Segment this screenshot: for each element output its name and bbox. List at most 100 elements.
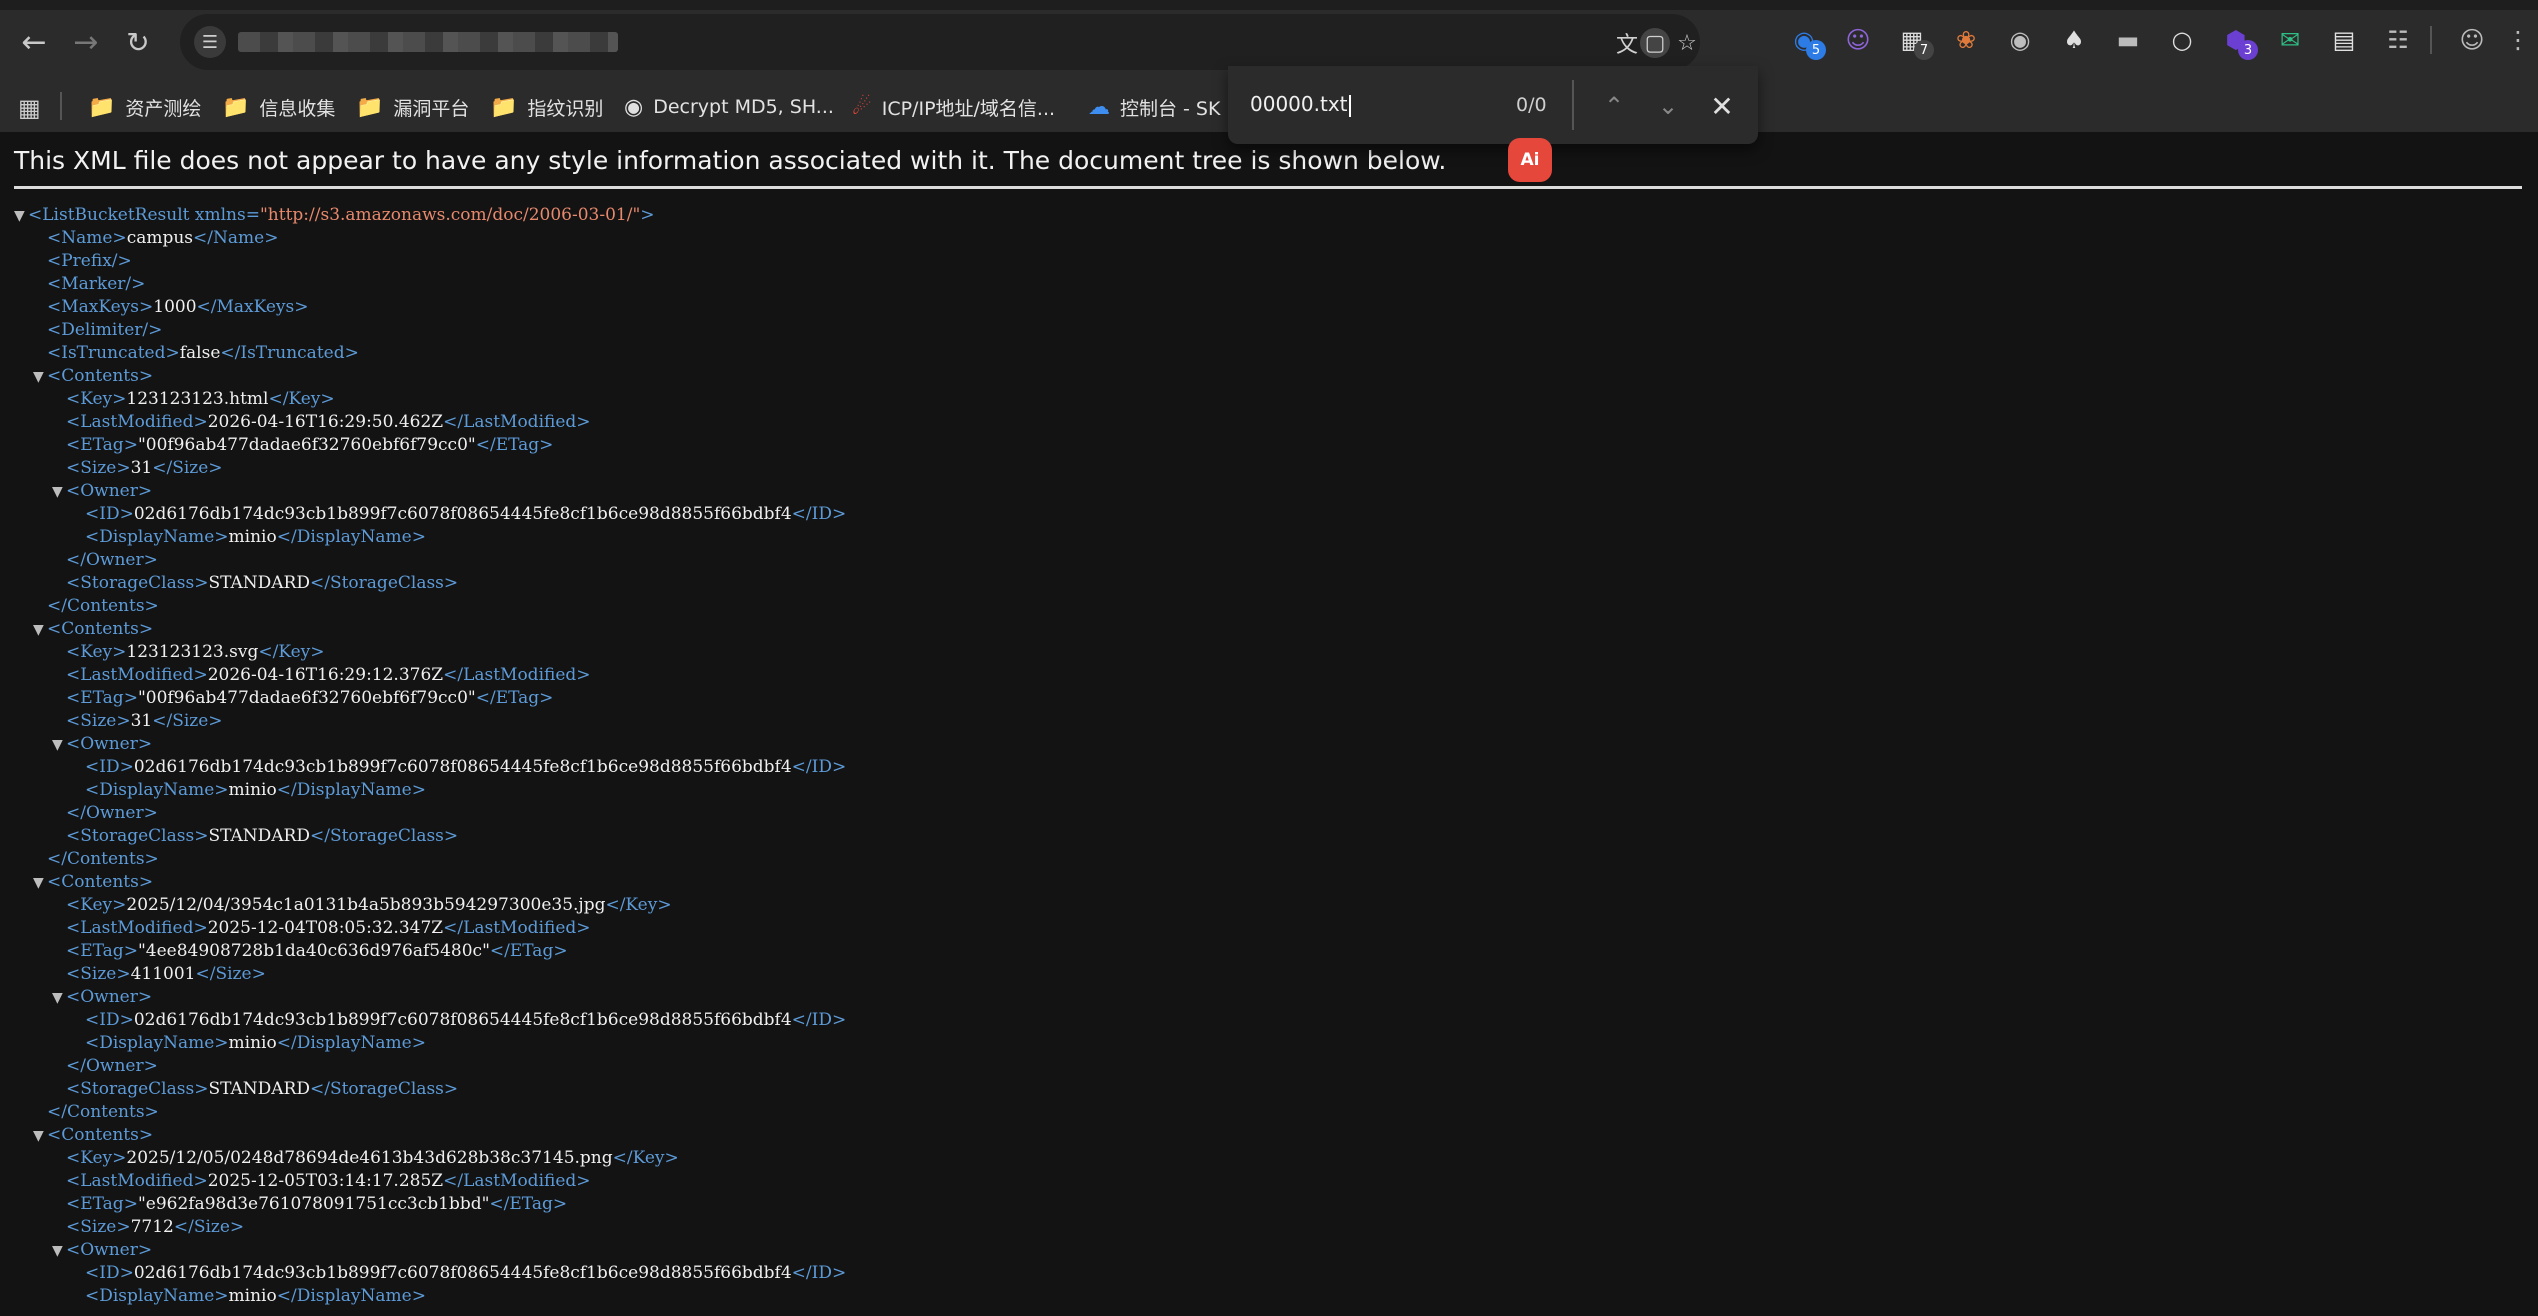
xml-line: ▼<ETag>"e962fa98d3e761078091751cc3cb1bbd…	[14, 1193, 846, 1216]
xml-value: "00f96ab477dadae6f32760ebf6f79cc0"	[137, 435, 476, 455]
ext-mail-icon[interactable]: ✉	[2272, 22, 2308, 58]
bookmark-item[interactable]: 📁 资产测绘	[88, 92, 201, 122]
bookmark-item[interactable]: 📁 漏洞平台	[356, 92, 469, 122]
ext-shield-icon[interactable]: ◉ 5	[1786, 22, 1826, 60]
xml-contents-node[interactable]: ▼ <Contents>	[14, 871, 846, 894]
bookmark-star-icon[interactable]: ☆	[1672, 28, 1702, 58]
forward-arrow-icon[interactable]: →	[66, 22, 106, 62]
site-settings-icon[interactable]: ☰	[194, 26, 226, 58]
xml-tag: </ETag>	[475, 688, 554, 708]
xml-value: 1000	[153, 297, 197, 317]
xml-value: false	[179, 343, 221, 363]
bookmark-item[interactable]: 📁 信息收集	[222, 92, 335, 122]
xml-line: ▼<Prefix/>	[14, 250, 846, 273]
find-bar: 00000.txt 0/0 ⌃ ⌄ ✕	[1228, 66, 1758, 144]
collapse-triangle-icon[interactable]: ▼	[52, 1240, 66, 1263]
xml-tag: <IsTruncated>	[47, 343, 180, 363]
collapse-triangle-icon[interactable]: ▼	[52, 987, 66, 1010]
xml-tag: <ETag>	[66, 1194, 138, 1214]
xml-tag: </LastModified>	[443, 1171, 591, 1191]
xml-tag: <Size>	[66, 964, 131, 984]
xml-owner-node[interactable]: ▼ <Owner>	[14, 733, 846, 756]
xml-line: ▼<LastModified>2025-12-05T03:14:17.285Z<…	[14, 1170, 846, 1193]
find-close-icon[interactable]: ✕	[1702, 86, 1742, 126]
ext-wechat-icon[interactable]: ○	[2164, 22, 2200, 58]
xml-tag: <Name>	[47, 228, 127, 248]
bookmark-item[interactable]: ☄ ICP/IP地址/域名信...	[852, 92, 1055, 122]
extensions-puzzle-icon[interactable]: ☷	[2380, 22, 2416, 58]
xml-value: "4ee84908728b1da40c636d976af5480c"	[137, 941, 490, 961]
ext-cat-icon[interactable]: ☺	[1840, 22, 1876, 58]
collapse-triangle-icon[interactable]: ▼	[33, 1125, 47, 1148]
ext-hat-icon[interactable]: ▬	[2110, 22, 2146, 58]
xml-line: ▼<Marker/>	[14, 273, 846, 296]
xml-value: minio	[228, 780, 277, 800]
xml-line: ▼<ID>02d6176db174dc93cb1b899f7c6078f0865…	[14, 756, 846, 779]
xml-line: ▼<Key>2025/12/04/3954c1a0131b4a5b893b594…	[14, 894, 846, 917]
ext-record-icon[interactable]: ◉	[2002, 22, 2038, 58]
xml-contents-node[interactable]: ▼ <Contents>	[14, 365, 846, 388]
xml-tag: </DisplayName>	[276, 1286, 426, 1306]
xml-tag: <Key>	[66, 895, 127, 915]
ext-spade-icon[interactable]: ♠	[2056, 22, 2092, 58]
xml-line: ▼<Size>411001</Size>	[14, 963, 846, 986]
bookmark-item[interactable]: 📁 指纹识别	[490, 92, 603, 122]
back-arrow-icon[interactable]: ←	[14, 22, 54, 62]
xml-value: 31	[130, 711, 153, 731]
xml-value: 2026-04-16T16:29:50.462Z	[207, 412, 444, 432]
xml-value: xmlns	[194, 205, 246, 225]
xml-line: ▼<ID>02d6176db174dc93cb1b899f7c6078f0865…	[14, 1262, 846, 1285]
collapse-triangle-icon[interactable]: ▼	[14, 205, 28, 228]
xml-tag: <StorageClass>	[66, 826, 209, 846]
ai-assistant-icon[interactable]: Ai	[1508, 138, 1552, 182]
xml-tag: <DisplayName>	[85, 780, 229, 800]
xml-line: ▼<Size>31</Size>	[14, 710, 846, 733]
collapse-triangle-icon[interactable]: ▼	[33, 366, 47, 389]
bookmark-item[interactable]: ◉ Decrypt MD5, SH...	[624, 92, 834, 122]
find-next-chevron-down-icon[interactable]: ⌄	[1648, 86, 1688, 126]
address-bar[interactable]: ☰ 文 ▢ ☆	[180, 14, 1700, 70]
extension-badge: 3	[2238, 40, 2258, 60]
xml-line: ▼<DisplayName>minio</DisplayName>	[14, 1032, 846, 1055]
translate-icon[interactable]: 文	[1612, 28, 1642, 58]
toolbar-separator	[2430, 26, 2432, 54]
xml-tag: <Contents>	[47, 619, 154, 639]
tab-strip	[0, 0, 2538, 10]
menu-kebab-icon[interactable]: ⋮	[2500, 22, 2536, 58]
xml-owner-node[interactable]: ▼ <Owner>	[14, 1239, 846, 1262]
extension-badge: 7	[1914, 40, 1934, 60]
bookmark-label: Decrypt MD5, SH...	[653, 96, 834, 118]
ext-doc-icon[interactable]: ▤	[2326, 22, 2362, 58]
ext-purple-icon[interactable]: ⬢ 3	[2218, 22, 2258, 60]
ext-grid-icon[interactable]: ▦ 7	[1894, 22, 1934, 60]
xml-owner-node[interactable]: ▼ <Owner>	[14, 986, 846, 1009]
collapse-triangle-icon[interactable]: ▼	[52, 734, 66, 757]
xml-tag: =	[245, 205, 260, 225]
bookmark-item[interactable]: ☁ 控制台 - SK	[1088, 92, 1220, 122]
profile-avatar-icon[interactable]: ☺	[2454, 22, 2490, 58]
xml-line: ▼<StorageClass>STANDARD</StorageClass>	[14, 825, 846, 848]
blurred-url	[238, 32, 618, 52]
collapse-triangle-icon[interactable]: ▼	[33, 872, 47, 895]
xml-tag: <LastModified>	[66, 918, 208, 938]
xml-tag: <ID>	[85, 1010, 134, 1030]
find-input[interactable]: 00000.txt	[1250, 92, 1351, 117]
xml-root[interactable]: ▼ <ListBucketResult xmlns="http://s3.amaz…	[14, 204, 846, 227]
xml-tag: <StorageClass>	[66, 573, 209, 593]
find-previous-chevron-up-icon[interactable]: ⌃	[1594, 86, 1634, 126]
xml-tag: <Prefix/>	[47, 251, 132, 271]
xml-owner-node[interactable]: ▼ <Owner>	[14, 480, 846, 503]
collapse-triangle-icon[interactable]: ▼	[33, 619, 47, 642]
reload-icon[interactable]: ↻	[118, 22, 158, 62]
xml-tag: <StorageClass>	[66, 1079, 209, 1099]
folder-icon: 📁	[490, 94, 518, 120]
apps-grid-icon[interactable]: ▦	[18, 94, 41, 122]
ext-cookie-icon[interactable]: ❀	[1948, 22, 1984, 58]
find-in-page-icon[interactable]: ▢	[1640, 28, 1670, 58]
xml-tag: </Contents>	[47, 1102, 159, 1122]
xml-contents-node[interactable]: ▼ <Contents>	[14, 1124, 846, 1147]
xml-tag: </Owner>	[66, 803, 158, 823]
bookmark-label: 信息收集	[259, 97, 336, 120]
collapse-triangle-icon[interactable]: ▼	[52, 481, 66, 504]
xml-contents-node[interactable]: ▼ <Contents>	[14, 618, 846, 641]
